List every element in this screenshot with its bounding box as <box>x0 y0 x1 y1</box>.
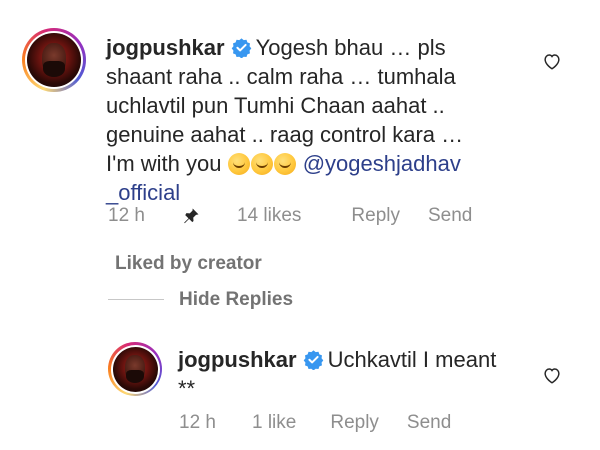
comment-username[interactable]: jogpushkar <box>106 35 225 60</box>
pin-icon[interactable] <box>181 206 201 226</box>
reply-send-button[interactable]: Send <box>407 412 451 434</box>
reply-body: jogpushkar Uchkavtil I meant ** <box>178 345 538 403</box>
reply-meta: 12 h 1 like Reply Send <box>179 412 451 434</box>
verified-badge-icon <box>231 38 251 58</box>
reply-reply-button[interactable]: Reply <box>330 412 379 434</box>
comment-likes[interactable]: 14 likes <box>237 205 301 227</box>
comment-reply-button[interactable]: Reply <box>351 205 400 227</box>
comment-line-2: shaant raha .. calm raha … tumhala <box>106 64 456 89</box>
hugging-face-emoji <box>273 153 296 175</box>
hide-replies-button[interactable]: Hide Replies <box>179 289 293 311</box>
comment-meta: 12 h 14 likes Reply Send <box>108 205 472 227</box>
comment-time: 12 h <box>108 205 145 226</box>
reply-line-1: Uchkavtil I meant <box>327 347 497 372</box>
avatar-photo <box>112 346 158 392</box>
replies-divider <box>108 299 164 300</box>
comment-line-5: I'm with you <box>106 151 222 176</box>
hugging-face-emoji <box>227 153 250 175</box>
comment-line-3: uchlavtil pun Tumhi Chaan aahat .. <box>106 93 445 118</box>
heart-outline-icon[interactable] <box>541 364 563 386</box>
reply-username[interactable]: jogpushkar <box>178 347 297 372</box>
comment-line-1: Yogesh bhau … pls <box>255 35 446 60</box>
avatar-photo <box>27 33 81 87</box>
reply-avatar[interactable] <box>108 342 162 396</box>
mention-link-cont[interactable]: _official <box>106 178 576 207</box>
liked-by-creator: Liked by creator <box>115 253 262 274</box>
comment-body: jogpushkar Yogesh bhau … pls shaant raha … <box>106 33 576 207</box>
reply-line-2: ** <box>178 376 196 401</box>
comment-line-4: genuine aahat .. raag control kara … <box>106 122 464 147</box>
heart-outline-icon[interactable] <box>541 50 563 72</box>
comment-avatar[interactable] <box>22 28 86 92</box>
reply-likes[interactable]: 1 like <box>252 412 296 434</box>
hugging-face-emoji <box>250 153 273 175</box>
comment-send-button[interactable]: Send <box>428 205 472 227</box>
reply-time: 12 h <box>179 412 216 433</box>
verified-badge-icon <box>303 350 323 370</box>
mention-link[interactable]: @yogeshjadhav <box>303 151 461 176</box>
